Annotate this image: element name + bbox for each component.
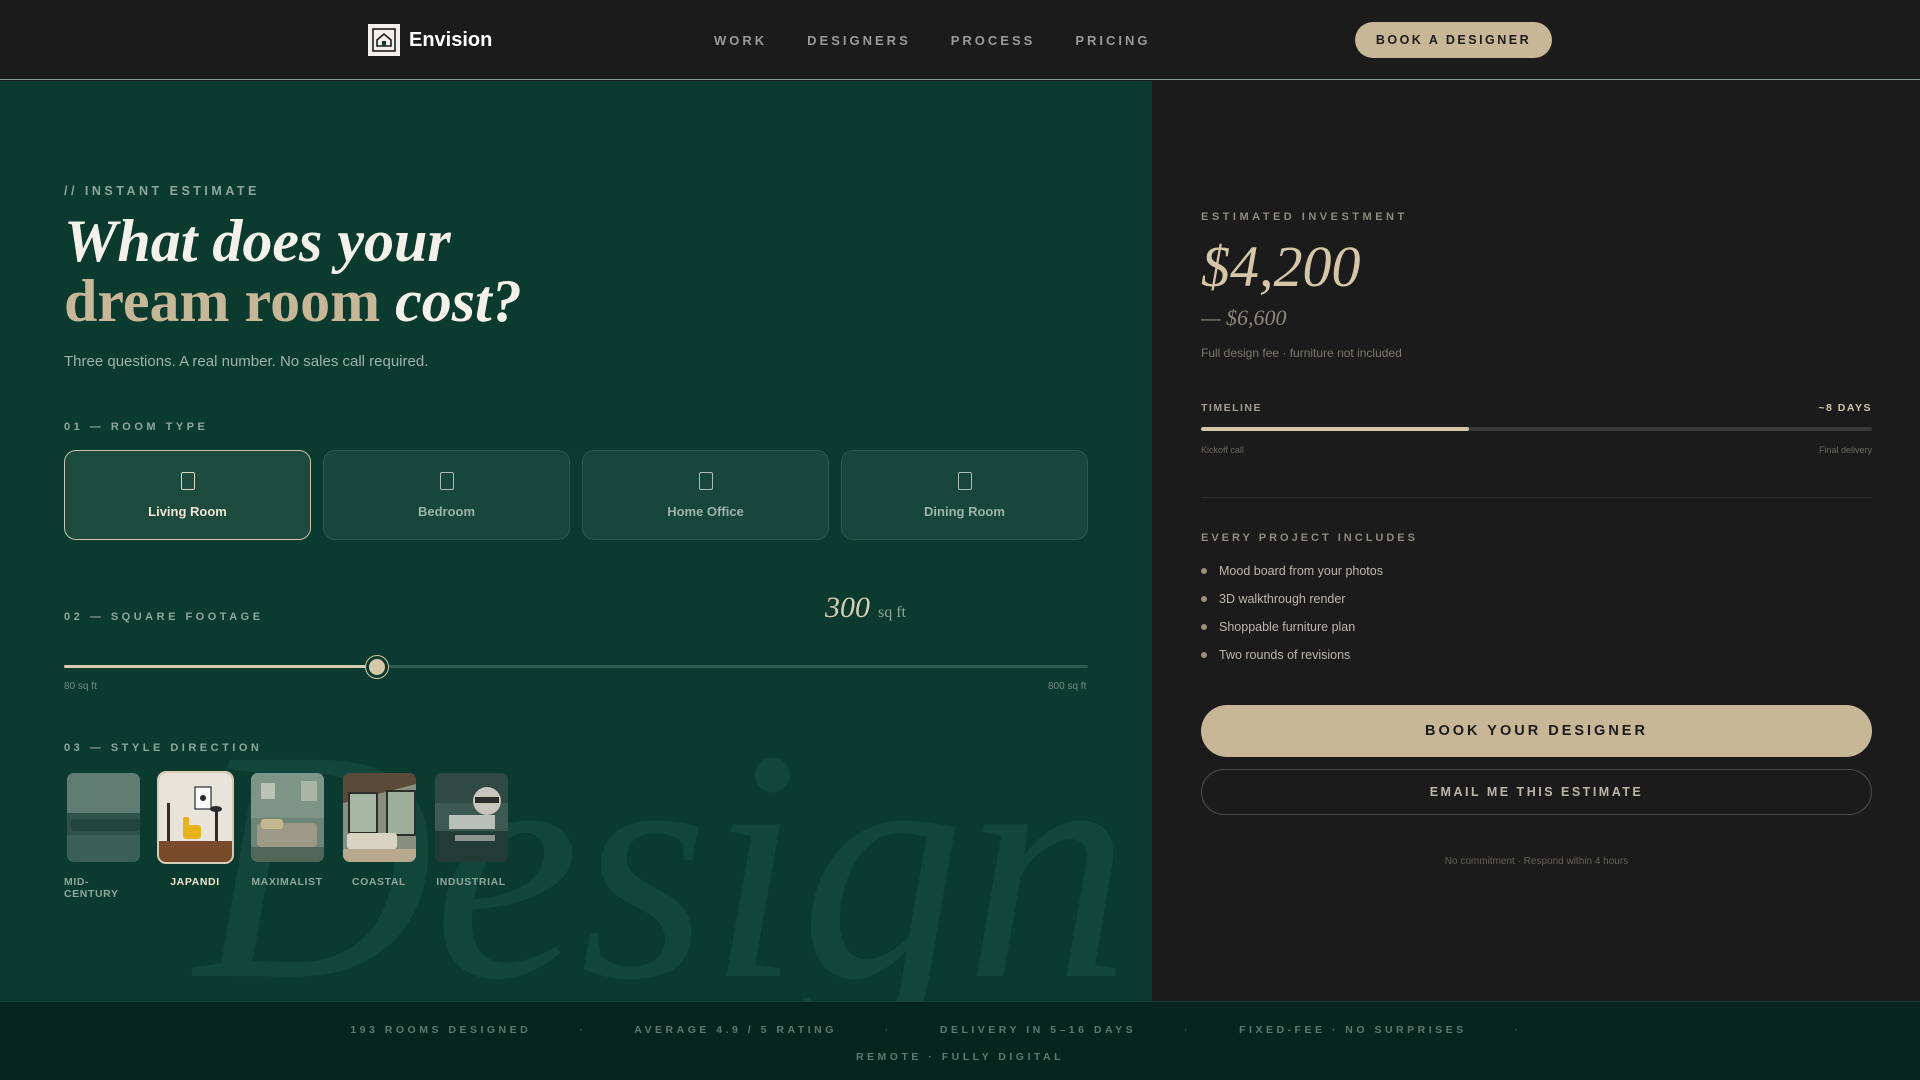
include-text: Mood board from your photos <box>1219 564 1383 578</box>
style-option-label: INDUSTRIAL <box>436 876 506 888</box>
brand-logo[interactable]: Envision <box>368 24 492 56</box>
style-thumbnail <box>65 771 142 864</box>
room-option-dining-room[interactable]: Dining Room <box>841 450 1088 540</box>
estimator-eyebrow: // INSTANT ESTIMATE <box>64 184 260 198</box>
style-thumbnail <box>249 771 326 864</box>
page-title: What does your dream room cost? <box>64 211 522 331</box>
stats-row: 193 ROOMS DESIGNED · AVERAGE 4.9 / 5 RATIN… <box>0 1024 1920 1036</box>
square-footage-slider[interactable] <box>64 656 1088 678</box>
room-option-living-room[interactable]: Living Room <box>64 450 311 540</box>
separator: · <box>1184 1024 1192 1036</box>
style-option-label: COASTAL <box>351 876 407 888</box>
stat-fixed-fee: FIXED-FEE · NO SURPRISES <box>1239 1024 1467 1036</box>
stats-row-2: REMOTE · FULLY DIGITAL <box>855 1051 1065 1063</box>
square-footage-unit: sq ft <box>878 604 906 621</box>
list-item: Mood board from your photos <box>1201 557 1383 585</box>
room-option-bedroom[interactable]: Bedroom <box>323 450 570 540</box>
separator: · <box>579 1024 587 1036</box>
style-option-maximalist[interactable]: MAXIMALIST <box>248 771 326 900</box>
brand-name: Envision <box>409 28 493 51</box>
style-option-coastal[interactable]: COASTAL <box>340 771 418 900</box>
timeline-days: ~8 DAYS <box>1818 402 1872 414</box>
style-options: MID-CENTURY JAPANDI MAXIMALIST COASTAL I… <box>64 771 510 900</box>
timeline-end-label: Final delivery <box>1818 445 1872 455</box>
style-thumbnail <box>341 771 418 864</box>
include-text: Two rounds of revisions <box>1219 648 1351 662</box>
bullet-icon <box>1201 652 1207 658</box>
bullet-icon <box>1201 624 1207 630</box>
summary-eyebrow: ESTIMATED INVESTMENT <box>1201 211 1408 223</box>
nav-link-process[interactable]: PROCESS <box>951 33 1036 48</box>
nav-link-designers[interactable]: DESIGNERS <box>807 33 911 48</box>
divider <box>1201 497 1872 498</box>
slider-max-label: 800 sq ft <box>1048 681 1087 692</box>
list-item: Shoppable furniture plan <box>1201 613 1383 641</box>
includes-list: Mood board from your photos 3D walkthrou… <box>1201 557 1383 669</box>
estimator-panel: Design // INSTANT ESTIMATE What does you… <box>0 81 1152 1001</box>
fine-print: No commitment · Respond within 4 hours <box>1444 856 1629 867</box>
list-item: Two rounds of revisions <box>1201 641 1383 669</box>
bullet-icon <box>1201 568 1207 574</box>
stat-rating: AVERAGE 4.9 / 5 RATING <box>634 1024 837 1036</box>
room-option-label: Dining Room <box>924 503 1005 519</box>
book-designer-button[interactable]: BOOK A DESIGNER <box>1355 22 1552 58</box>
room-option-label: Bedroom <box>417 503 476 519</box>
room-option-label: Home Office <box>667 503 744 519</box>
book-your-designer-button[interactable]: BOOK YOUR DESIGNER <box>1201 705 1872 757</box>
price-note: Full design fee · furniture not included <box>1201 346 1402 360</box>
style-option-japandi[interactable]: JAPANDI <box>156 771 234 900</box>
style-option-label: MAXIMALIST <box>251 876 323 888</box>
room-icon <box>698 471 713 490</box>
timeline-start-label: Kickoff call <box>1201 445 1244 455</box>
include-text: 3D walkthrough render <box>1219 592 1346 606</box>
style-option-mid-century[interactable]: MID-CENTURY <box>64 771 142 900</box>
style-direction-label: 03 — STYLE DIRECTION <box>64 742 263 754</box>
separator: · <box>1514 1024 1522 1036</box>
subhead: Three questions. A real number. No sales… <box>64 353 429 370</box>
style-option-label: MID-CENTURY <box>64 876 119 900</box>
room-type-label: 01 — ROOM TYPE <box>64 421 209 433</box>
room-icon <box>180 471 195 490</box>
style-option-label: JAPANDI <box>170 876 220 888</box>
house-icon <box>368 24 400 56</box>
slider-min-label: 80 sq ft <box>64 681 97 692</box>
email-estimate-button[interactable]: EMAIL ME THIS ESTIMATE <box>1201 769 1872 815</box>
list-item: 3D walkthrough render <box>1201 585 1383 613</box>
nav-links: WORK DESIGNERS PROCESS PRICING <box>714 33 1191 48</box>
slider-thumb[interactable] <box>365 656 388 678</box>
stat-rooms: 193 ROOMS DESIGNED <box>350 1024 532 1036</box>
room-icon <box>439 471 454 490</box>
top-nav: Envision WORK DESIGNERS PROCESS PRICING … <box>0 0 1920 80</box>
timeline-label: TIMELINE <box>1201 402 1262 414</box>
headline-line-2: dream room cost? <box>64 268 522 334</box>
timeline-progress-fill <box>1201 427 1470 431</box>
style-thumbnail <box>433 771 510 864</box>
price-high: — $6,600 <box>1201 305 1287 330</box>
style-option-industrial[interactable]: INDUSTRIAL <box>432 771 510 900</box>
price-low: $4,200 <box>1201 234 1361 299</box>
timeline-progress-bar <box>1201 427 1872 431</box>
headline-end: cost? <box>395 268 522 334</box>
room-option-home-office[interactable]: Home Office <box>582 450 829 540</box>
room-option-label: Living Room <box>148 503 227 519</box>
room-type-options: Living Room Bedroom Home Office Dining R… <box>64 450 1088 540</box>
stat-delivery: DELIVERY IN 5–16 DAYS <box>939 1024 1137 1036</box>
include-text: Shoppable furniture plan <box>1219 620 1356 634</box>
room-icon <box>957 471 972 490</box>
estimate-summary-panel: ESTIMATED INVESTMENT $4,200 — $6,600 Ful… <box>1152 81 1920 1001</box>
square-footage-readout: 300 sq ft <box>825 591 906 625</box>
style-thumbnail <box>156 771 234 864</box>
square-footage-label: 02 — SQUARE FOOTAGE <box>64 611 264 623</box>
bullet-icon <box>1201 596 1207 602</box>
stats-bar: 193 ROOMS DESIGNED · AVERAGE 4.9 / 5 RATIN… <box>0 1001 1920 1080</box>
includes-eyebrow: EVERY PROJECT INCLUDES <box>1201 532 1418 544</box>
nav-link-work[interactable]: WORK <box>714 33 767 48</box>
nav-link-pricing[interactable]: PRICING <box>1075 33 1150 48</box>
slider-fill <box>64 665 377 668</box>
headline-accent: dream room <box>64 268 381 334</box>
separator: · <box>884 1024 892 1036</box>
square-footage-value: 300 <box>825 591 870 624</box>
headline-line-1: What does your <box>64 208 451 274</box>
